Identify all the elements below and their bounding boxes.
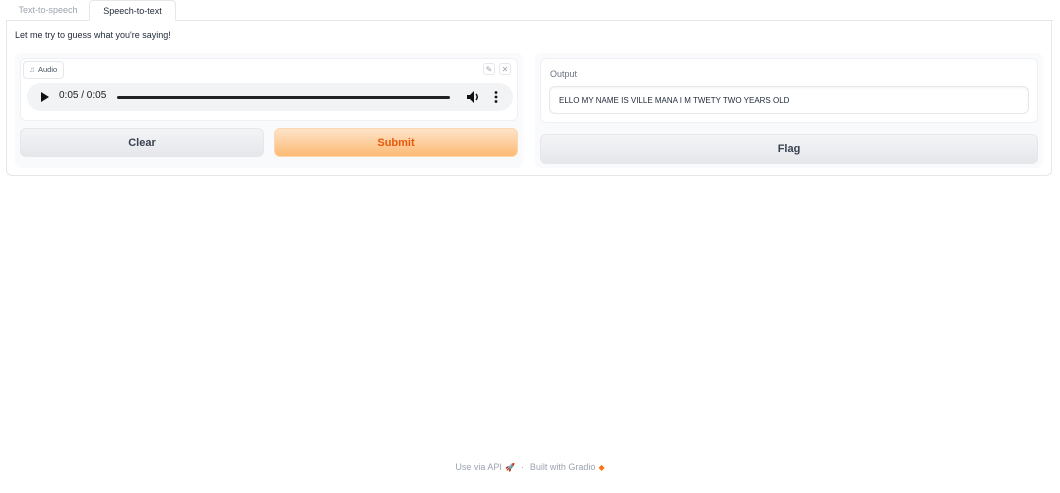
audio-progress-track[interactable] <box>117 96 450 99</box>
pencil-icon: ✎ <box>485 65 493 74</box>
close-icon: ✕ <box>501 65 509 74</box>
audio-label-text: Audio <box>38 65 58 74</box>
output-column: Output ELLO MY NAME IS VILLE MANA I M TW… <box>535 53 1043 168</box>
submit-button[interactable]: Submit <box>274 128 518 157</box>
built-with-gradio-link[interactable]: Built with Gradio ◆ <box>530 462 605 472</box>
rocket-icon: 🚀 <box>504 463 515 472</box>
input-column: ♫ Audio ✎ ✕ 0:05 / 0:05 Clear Submit <box>15 53 523 168</box>
use-via-api-text: Use via API <box>455 462 502 472</box>
tab-speech-to-text[interactable]: Speech-to-text <box>89 0 176 21</box>
audio-label: ♫ Audio <box>23 61 65 79</box>
flag-button[interactable]: Flag <box>540 134 1038 164</box>
clear-button[interactable]: Clear <box>20 128 264 157</box>
built-with-gradio-text: Built with Gradio <box>529 462 596 472</box>
audio-input: ♫ Audio ✎ ✕ 0:05 / 0:05 <box>20 58 518 121</box>
music-note-icon: ♫ <box>29 65 35 74</box>
clear-audio-button[interactable]: ✕ <box>499 63 511 75</box>
output-field[interactable]: ELLO MY NAME IS VILLE MANA I M TWETY TWO… <box>549 86 1029 114</box>
output-label: Output <box>550 69 578 79</box>
use-via-api-link[interactable]: Use via API 🚀 <box>455 462 515 472</box>
audio-player: 0:05 / 0:05 <box>27 83 513 111</box>
tab-text-to-speech[interactable]: Text-to-speech <box>8 0 88 20</box>
volume-icon[interactable] <box>466 89 480 105</box>
tab-bar: Text-to-speech Speech-to-text <box>6 0 1053 21</box>
footer-separator: · <box>520 462 524 472</box>
footer: Use via API 🚀 · Built with Gradio ◆ <box>0 462 1060 472</box>
play-icon[interactable] <box>41 92 49 102</box>
description-text: Let me try to guess what you're saying! <box>15 30 171 40</box>
audio-time: 0:05 / 0:05 <box>59 90 107 101</box>
edit-audio-button[interactable]: ✎ <box>483 63 495 75</box>
more-options-icon[interactable] <box>493 89 499 105</box>
output-textbox: Output ELLO MY NAME IS VILLE MANA I M TW… <box>540 58 1038 123</box>
gradio-logo-icon: ◆ <box>598 463 605 472</box>
